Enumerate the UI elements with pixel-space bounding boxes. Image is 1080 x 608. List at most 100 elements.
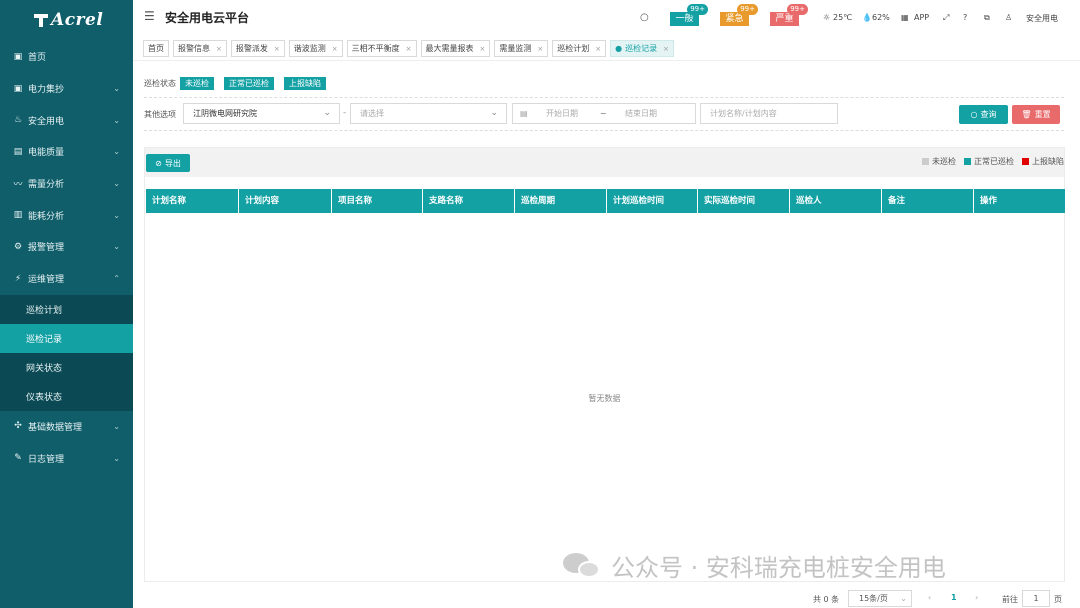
start-date-placeholder: 开始日期: [546, 109, 578, 118]
sidebar-subitem-inspection-plan[interactable]: 巡检计划: [0, 295, 133, 324]
search-icon[interactable]: ○: [640, 12, 649, 23]
column-header[interactable]: 支路名称: [423, 189, 515, 213]
sidebar-item-power-quality[interactable]: ▤ 电能质量 ⌄: [0, 136, 133, 168]
legend-label: 正常已巡检: [974, 157, 1014, 166]
bar-chart-icon: ▥: [13, 210, 23, 221]
close-icon[interactable]: ×: [406, 45, 412, 53]
tab-harmonic[interactable]: 谐波监测 ×: [288, 40, 343, 57]
sidebar-item-demand[interactable]: 〰 需量分析 ⌄: [0, 168, 133, 200]
acrel-logo[interactable]: Acrel: [0, 0, 133, 40]
goto-page-input[interactable]: 1: [1022, 590, 1050, 607]
help-icon[interactable]: ?: [963, 13, 967, 22]
query-label: 查询: [980, 110, 997, 119]
column-header[interactable]: 计划名称: [146, 189, 239, 213]
alarm-urgent-button[interactable]: 紧急 99+: [720, 4, 758, 26]
tab-home[interactable]: 首页: [143, 40, 169, 57]
data-icon: ✣: [14, 421, 22, 432]
tab-demand-monitor[interactable]: 需量监测 ×: [494, 40, 549, 57]
tab-label: 谐波监测: [293, 44, 326, 53]
sidebar-item-power-reading[interactable]: ▣ 电力集抄 ⌄: [0, 73, 133, 105]
divider: [144, 130, 1064, 131]
legend-label: 上报缺陷: [1032, 157, 1064, 166]
current-page[interactable]: 1: [951, 593, 957, 608]
tab-unbalance[interactable]: 三相不平衡度 ×: [346, 40, 417, 57]
sidebar-item-label: 运维管理: [28, 275, 65, 286]
sidebar-item-energy[interactable]: ▥ 能耗分析 ⌄: [0, 199, 133, 231]
next-page-button[interactable]: ›: [975, 593, 978, 608]
tab-alarm-dispatch[interactable]: 报警派发 ×: [230, 40, 285, 57]
qr-icon[interactable]: ▦: [901, 13, 909, 22]
alarm-severe-label: 严重: [775, 14, 794, 24]
close-icon[interactable]: ×: [663, 45, 669, 53]
alarm-severe-button[interactable]: 严重 99+: [770, 4, 808, 26]
tab-label: 首页: [148, 44, 164, 53]
close-icon[interactable]: ×: [216, 45, 222, 53]
column-header[interactable]: 计划巡检时间: [607, 189, 698, 213]
column-header[interactable]: 巡检人: [790, 189, 882, 213]
close-icon[interactable]: ×: [595, 45, 601, 53]
sidebar-item-ops[interactable]: ⚡ 运维管理 ⌃: [0, 263, 133, 295]
menu-toggle-icon[interactable]: ☰: [144, 9, 155, 23]
tab-label: 报警信息: [178, 44, 210, 53]
sidebar-item-log[interactable]: ✎ 日志管理 ⌄: [0, 442, 133, 474]
export-button[interactable]: ⊘ 导出: [146, 154, 190, 172]
sidebar-subitem-inspection-record[interactable]: 巡检记录: [0, 323, 133, 353]
page-size-select[interactable]: 15条/页 ⌄: [848, 590, 912, 607]
status-chip-defect[interactable]: 上报缺陷: [284, 77, 326, 90]
sidebar-item-alarm[interactable]: ⚙ 报警管理 ⌄: [0, 231, 133, 263]
column-header[interactable]: 备注: [882, 189, 974, 213]
fullscreen-icon[interactable]: ⤢: [943, 13, 949, 23]
sidebar-item-base-data[interactable]: ✣ 基础数据管理 ⌄: [0, 411, 133, 443]
search-icon: ○: [970, 110, 978, 119]
other-filters: 其他选项 江阴微电网研究院 ⌄ - 请选择 ⌄ ▤ 开始日期 ~ 结束日期 计划…: [144, 103, 1066, 124]
date-range-picker[interactable]: ▤ 开始日期 ~ 结束日期: [512, 103, 696, 124]
secondary-select[interactable]: 请选择 ⌄: [350, 103, 507, 124]
page-title: 安全用电云平台: [165, 11, 250, 25]
tab-label: 巡检计划: [557, 44, 590, 53]
sidebar-item-label: 报警管理: [28, 243, 65, 254]
close-icon[interactable]: ×: [332, 45, 338, 53]
column-header[interactable]: 巡检周期: [515, 189, 607, 213]
tab-max-demand[interactable]: 最大需量报表 ×: [420, 40, 491, 57]
sidebar-subitem-gateway-status[interactable]: 网关状态: [0, 353, 133, 382]
divider: [144, 97, 1064, 98]
status-chip-uninspected[interactable]: 未巡检: [180, 77, 214, 90]
temperature: 25℃: [833, 13, 853, 22]
table-header: 计划名称 计划内容 项目名称 支路名称 巡检周期 计划巡检时间 实际巡检时间 巡…: [146, 189, 1065, 213]
watermark: 公众号 · 安科瑞充电桩安全用电: [563, 548, 946, 583]
sidebar: Acrel ▣ 首页 ▣ 电力集抄 ⌄ ♨ 安全用电 ⌄ ▤ 电能质量 ⌄ 〰 …: [0, 0, 133, 608]
query-button[interactable]: ○ 查询: [959, 105, 1008, 124]
keyword-input[interactable]: 计划名称/计划内容: [700, 103, 838, 124]
column-header[interactable]: 操作: [974, 189, 1065, 213]
tab-inspection-record[interactable]: ● 巡检记录 ×: [610, 40, 674, 57]
column-header[interactable]: 实际巡检时间: [698, 189, 790, 213]
tab-inspection-plan[interactable]: 巡检计划 ×: [552, 40, 607, 57]
close-icon[interactable]: ×: [274, 45, 280, 53]
org-select[interactable]: 江阴微电网研究院 ⌄: [183, 103, 340, 124]
sidebar-item-home[interactable]: ▣ 首页: [0, 41, 133, 73]
secondary-select-placeholder: 请选择: [360, 109, 384, 118]
page-unit-label: 页: [1054, 595, 1062, 604]
user-icon[interactable]: ♙: [1005, 13, 1012, 22]
ops-submenu: 巡检计划 巡检记录 网关状态 仪表状态: [0, 294, 133, 411]
column-header[interactable]: 计划内容: [239, 189, 332, 213]
close-icon[interactable]: ×: [537, 45, 543, 53]
status-chip-normal[interactable]: 正常已巡检: [224, 77, 274, 90]
tab-alarm-info[interactable]: 报警信息 ×: [173, 40, 227, 57]
close-icon[interactable]: ×: [480, 45, 486, 53]
user-name[interactable]: 安全用电: [1026, 13, 1058, 24]
records-panel: ⊘ 导出 未巡检 正常已巡检 上报缺陷 计划名称 计划内容 项目名称 支路名称 …: [144, 147, 1065, 582]
app-link[interactable]: APP: [914, 13, 929, 22]
prev-page-button[interactable]: ‹: [928, 593, 931, 608]
sidebar-item-label: 首页: [28, 53, 47, 64]
flame-icon: ♨: [13, 115, 23, 126]
sidebar-subitem-meter-status[interactable]: 仪表状态: [0, 382, 133, 411]
sidebar-item-safety[interactable]: ♨ 安全用电 ⌄: [0, 104, 133, 136]
status-filter: 巡检状态 未巡检 正常已巡检 上报缺陷: [144, 77, 336, 90]
column-header[interactable]: 项目名称: [332, 189, 423, 213]
switch-icon[interactable]: ⧉: [984, 13, 990, 23]
alarm-normal-button[interactable]: 一般 99+: [670, 4, 708, 26]
active-dot-icon: ●: [615, 44, 623, 53]
reset-button[interactable]: 🗑 重置: [1012, 105, 1060, 124]
chevron-down-icon: ⌄: [113, 147, 120, 157]
